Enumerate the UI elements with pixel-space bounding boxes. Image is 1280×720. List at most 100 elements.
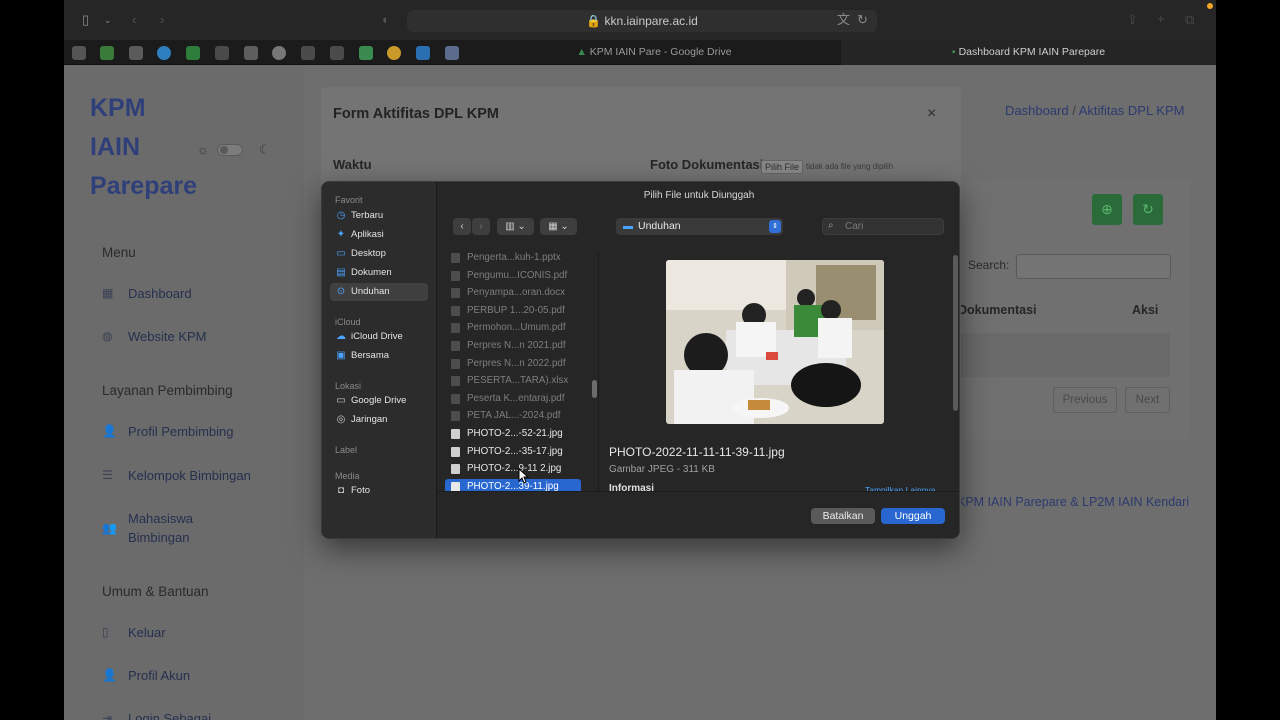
sidebar-item-label: Jaringan <box>351 414 388 425</box>
bookmark-favicon-icon[interactable] <box>445 46 459 60</box>
bookmark-favicon-icon[interactable] <box>215 46 229 60</box>
section-icloud: iCloud <box>335 317 361 327</box>
chevron-down-icon[interactable]: ⌄ <box>104 12 112 28</box>
file-name: PERBUP 1...20-05.pdf <box>467 304 565 316</box>
file-row[interactable]: Perpres N...n 2022.pdf <box>445 356 581 372</box>
back-button[interactable]: ‹ <box>453 218 471 235</box>
close-icon[interactable]: × <box>927 105 936 123</box>
refresh-button[interactable]: ↻ <box>1133 194 1163 225</box>
brand-logo[interactable]: KPM IAIN Parepare <box>90 89 197 206</box>
sidebar-item-jaringan[interactable]: ◎ Jaringan <box>330 411 428 429</box>
globe-icon: ◍ <box>102 329 113 343</box>
file-row[interactable]: PHOTO-2...9-11 2.jpg <box>445 461 581 477</box>
column-dokumentasi[interactable]: Dokumentasi <box>958 303 1037 317</box>
preview-filename: PHOTO-2022-11-11-11-39-11.jpg <box>609 445 785 459</box>
location-value: Unduhan <box>638 220 681 232</box>
bookmark-favicon-icon[interactable] <box>129 46 143 60</box>
location-select[interactable]: ▬ Unduhan ⇕ <box>616 218 783 235</box>
sidebar-item-label: Website KPM <box>128 329 207 344</box>
google-drive-icon[interactable] <box>359 46 373 60</box>
dialog-search-input[interactable]: ⌕ Cari <box>822 218 944 235</box>
preview-fileinfo: Gambar JPEG - 311 KB <box>609 464 715 475</box>
tab-google-drive[interactable]: ▲ KPM IAIN Pare - Google Drive <box>469 40 839 65</box>
upload-button[interactable]: Unggah <box>881 508 945 524</box>
table-search-input[interactable] <box>1016 254 1171 279</box>
sidebar-item-google-drive[interactable]: ▭ Google Drive <box>330 392 428 410</box>
bookmark-favicon-icon[interactable] <box>387 46 401 60</box>
user-icon: 👤 <box>102 424 117 438</box>
file-row[interactable]: Penyampa...oran.docx <box>445 285 581 301</box>
view-mode-button[interactable]: ▥ ⌄ <box>497 218 534 235</box>
file-list[interactable]: Pengerta...kuh-1.pptx Pengumu...ICONIS.pd… <box>437 251 597 491</box>
choose-file-button[interactable]: Pilih File <box>761 160 804 174</box>
sidebar-item-label: Mahasiswa Bimbingan <box>128 511 194 545</box>
forward-icon[interactable]: › <box>160 12 164 28</box>
sidebar-item-foto[interactable]: ◘ Foto <box>330 482 428 500</box>
file-icon <box>451 464 460 475</box>
tab-dashboard[interactable]: ▪ Dashboard KPM IAIN Parepare <box>841 40 1216 65</box>
dialog-title: Pilih File untuk Diunggah <box>643 190 755 201</box>
grid-view-button[interactable]: ▦ ⌄ <box>540 218 577 235</box>
share-icon[interactable]: ⇪ <box>1127 12 1138 28</box>
bookmark-favicon-icon[interactable] <box>186 46 200 60</box>
file-icon <box>451 323 460 334</box>
sidebar-item-bersama[interactable]: ▣ Bersama <box>330 347 428 365</box>
file-row[interactable]: PHOTO-2...39-11.jpg <box>445 478 581 491</box>
column-divider[interactable] <box>598 251 599 491</box>
file-row[interactable]: Pengumu...ICONIS.pdf <box>445 268 581 284</box>
tab-overview-icon[interactable]: ⧉ <box>1185 12 1194 28</box>
file-icon <box>451 429 460 439</box>
sidebar-item-label: Dokumen <box>351 267 392 278</box>
file-icon <box>451 305 460 316</box>
file-row[interactable]: Permohon...Umum.pdf <box>445 320 581 336</box>
preview-scrollbar[interactable] <box>953 255 958 411</box>
file-row[interactable]: PHOTO-2...-35-17.jpg <box>445 444 581 460</box>
bookmark-favicon-icon[interactable] <box>416 46 430 60</box>
file-list-scrollbar[interactable] <box>592 380 597 398</box>
forward-button[interactable]: › <box>472 218 490 235</box>
file-name: Pengumu...ICONIS.pdf <box>467 269 568 281</box>
sidebar-item-desktop[interactable]: ▭ Desktop <box>330 245 428 263</box>
bookmark-favicon-icon[interactable] <box>100 46 114 60</box>
logout-icon: ▯ <box>102 625 109 639</box>
bookmark-favicon-icon[interactable] <box>330 46 344 60</box>
sidebar-item-dokumen[interactable]: ▤ Dokumen <box>330 264 428 282</box>
back-icon[interactable]: ‹ <box>132 12 136 28</box>
sidebar-item-aplikasi[interactable]: ✦ Aplikasi <box>330 226 428 244</box>
cancel-button[interactable]: Batalkan <box>811 508 875 524</box>
telegram-icon[interactable] <box>157 46 171 60</box>
previous-button[interactable]: Previous <box>1053 387 1117 413</box>
bookmark-favicon-icon[interactable] <box>272 46 286 60</box>
privacy-shield-icon[interactable]: ◐ <box>382 12 390 28</box>
file-row[interactable]: PETA JAL...-2024.pdf <box>445 408 581 424</box>
reload-icon[interactable]: ↻ <box>857 12 868 28</box>
bookmark-favicon-icon[interactable] <box>301 46 315 60</box>
file-row[interactable]: PHOTO-2...-52-21.jpg <box>445 426 581 442</box>
photo-thumbnail <box>666 260 884 424</box>
add-button[interactable]: ⊕ <box>1092 194 1122 225</box>
file-row[interactable]: Pengerta...kuh-1.pptx <box>445 251 581 266</box>
theme-toggle[interactable] <box>217 144 243 156</box>
file-row[interactable]: PERBUP 1...20-05.pdf <box>445 303 581 319</box>
sidebar-item-label: Unduhan <box>351 286 390 297</box>
bookmark-favicon-icon[interactable] <box>244 46 258 60</box>
sidebar-item-label: Google Drive <box>351 395 407 406</box>
sidebar-item-icloud-drive[interactable]: ☁ iCloud Drive <box>330 328 428 346</box>
sidebar-toggle-icon[interactable]: ▯ <box>82 12 89 28</box>
breadcrumb-home[interactable]: Dashboard <box>1005 103 1069 118</box>
sidebar-item-unduhan[interactable]: ⊙ Unduhan <box>330 283 428 301</box>
bookmark-favicon-icon[interactable] <box>72 46 86 60</box>
section-favorit: Favorit <box>335 195 363 205</box>
column-aksi[interactable]: Aksi <box>1132 303 1158 317</box>
file-row[interactable]: Peserta K...entaraj.pdf <box>445 391 581 407</box>
file-row[interactable]: PESERTA...TARA).xlsx <box>445 373 581 389</box>
sidebar-item-terbaru[interactable]: ◷ Terbaru <box>330 207 428 225</box>
translate-icon[interactable]: 文 <box>837 12 850 28</box>
file-row[interactable]: Perpres N...n 2021.pdf <box>445 338 581 354</box>
field-waktu-label: Waktu <box>333 157 372 172</box>
new-tab-icon[interactable]: + <box>1157 11 1165 27</box>
browser-toolbar: ▯ ⌄ ‹ › ◐ 🔒 kkn.iainpare.ac.id 文 ↻ ⇪ + ⧉ <box>64 0 1216 40</box>
next-button[interactable]: Next <box>1125 387 1170 413</box>
file-open-dialog: Favorit ◷ Terbaru ✦ Aplikasi ▭ Desktop ▤… <box>321 181 960 539</box>
address-bar[interactable]: 🔒 kkn.iainpare.ac.id <box>407 10 877 32</box>
